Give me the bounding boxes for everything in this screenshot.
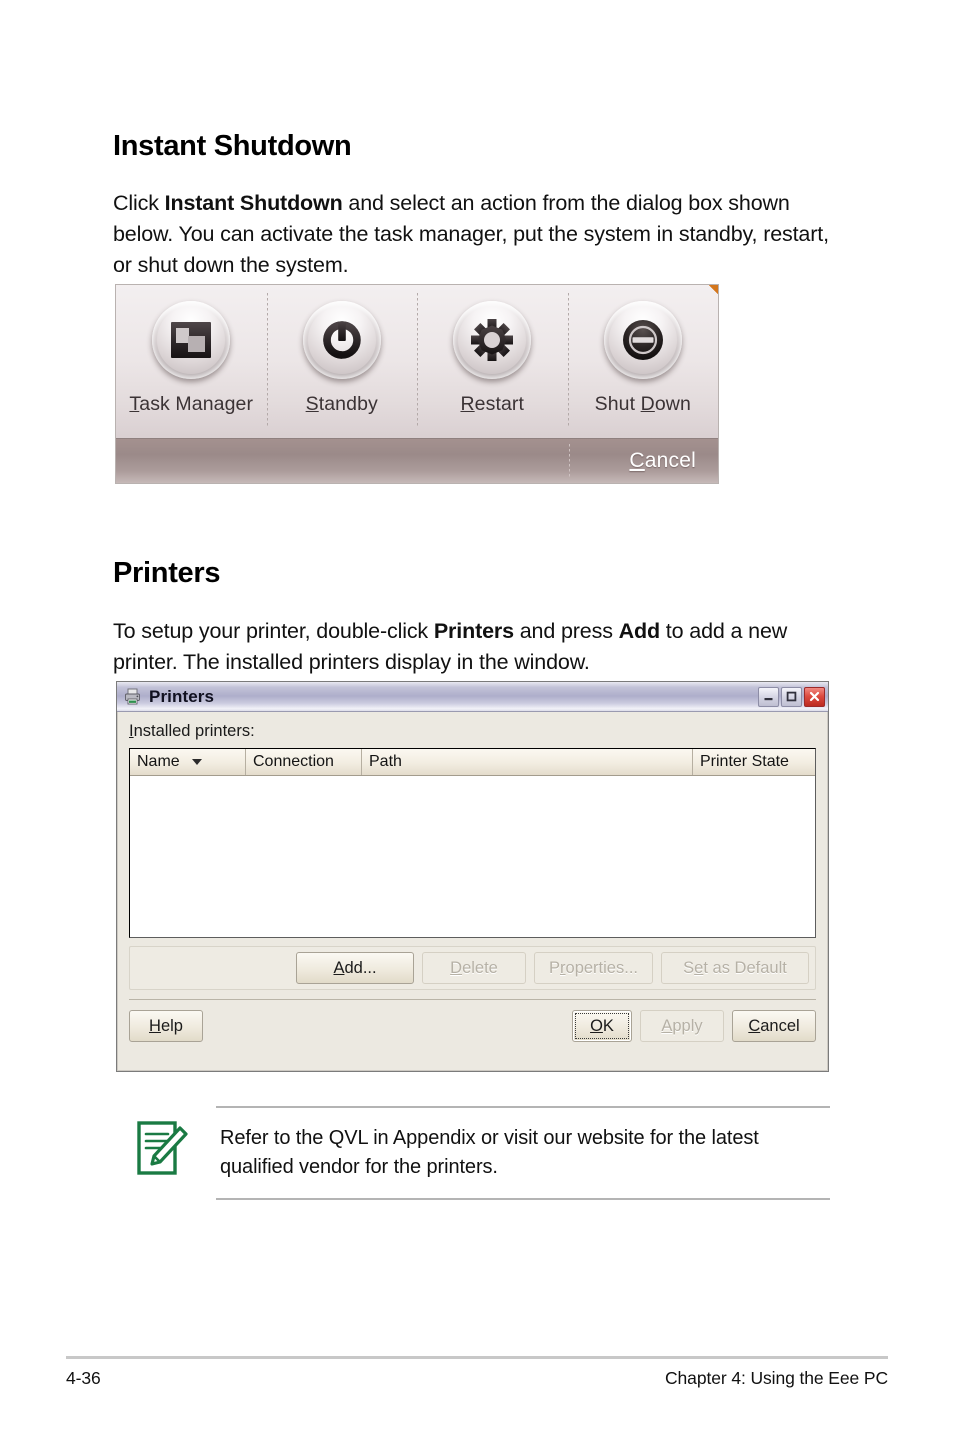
shutdown-action-restart[interactable]: Restart [417,285,568,440]
column-header-connection[interactable]: Connection [246,749,362,775]
ok-button[interactable]: OK [572,1010,632,1042]
page-number: 4-36 [66,1368,101,1388]
shutdown-action-row: Task Manager Standby Restart Shut Down [116,285,718,440]
instant-shutdown-dialog: Task Manager Standby Restart Shut Down C… [115,284,719,484]
column-header-connection-label: Connection [253,753,334,770]
shutdown-cancel-button[interactable]: Cancel [629,449,718,473]
printers-action-bar: Add... Delete Pr operties... Set as Defau… [129,946,816,990]
set-as-default-button[interactable]: Set as Default [661,952,809,984]
printers-listview[interactable]: Name Connection Path Printer State [129,748,816,938]
installed-printers-label: Installed printers: [129,722,255,740]
column-header-path-label: Path [369,753,402,770]
standby-orb [302,301,381,379]
printers-window-body: Installed printers: Name Connection Path… [117,712,828,1042]
heading-instant-shutdown: Instant Shutdown [113,130,352,163]
chapter-label: Chapter 4: Using the Eee PC [665,1368,888,1388]
shutdown-label-standby: Standby [305,393,378,415]
minimize-button[interactable] [758,686,779,707]
cancel-button[interactable]: Cancel [732,1010,816,1042]
printers-window: Printers Installed printers: Name Connec… [116,681,829,1072]
column-header-printer-state[interactable]: Printer State [693,749,815,775]
shutdown-label-restart: Restart [460,393,525,415]
power-standby-icon [323,321,361,359]
page-footer: 4-36 Chapter 4: Using the Eee PC [66,1368,888,1389]
note-text: Refer to the QVL in Appendix or visit ou… [220,1127,759,1178]
restart-orb [453,301,532,379]
close-icon [809,691,820,702]
apply-button[interactable]: Apply [640,1010,724,1042]
printers-window-footer: Help OK Apply Cancel [129,1010,816,1042]
note-block: Refer to the QVL in Appendix or visit ou… [136,1106,830,1200]
minimize-icon [764,698,773,701]
shut-down-orb [603,301,682,379]
printers-list-rows-empty[interactable] [130,776,815,937]
printers-titlebar: Printers [117,682,828,712]
manual-page: Instant Shutdown Click Instant Shutdown … [0,0,954,1438]
column-header-printer-state-label: Printer State [700,753,789,770]
maximize-button[interactable] [781,686,802,707]
shutdown-action-standby[interactable]: Standby [266,285,418,440]
delete-printer-button[interactable]: Delete [422,952,527,984]
printer-icon [125,688,140,705]
paragraph-printers: To setup your printer, double-click Prin… [113,618,788,674]
printer-properties-button[interactable]: Pr operties... [534,952,653,984]
shutdown-dialog-footer: Cancel [116,438,718,483]
shutdown-action-shut-down[interactable]: Shut Down [567,285,719,440]
sort-descending-icon [191,759,202,765]
cancel-divider [569,444,570,478]
gear-restart-icon [471,319,514,361]
note-pencil-icon [137,1121,188,1175]
close-button[interactable] [804,686,825,707]
task-manager-icon [171,322,212,358]
paragraph-instant-shutdown: Click Instant Shutdown and select an act… [113,190,829,277]
column-header-name-label: Name [137,753,180,770]
shutdown-action-task-manager[interactable]: Task Manager [116,285,267,440]
help-button[interactable]: Help [129,1010,203,1042]
shutdown-label-shut-down: Shut Down [594,393,691,415]
shutdown-label-task-manager: Task Manager [129,393,254,415]
shut-down-icon [622,320,663,360]
note-content: Refer to the QVL in Appendix or visit ou… [216,1106,830,1200]
maximize-icon [786,691,797,702]
printers-list-header: Name Connection Path Printer State [130,749,815,776]
heading-printers: Printers [113,557,221,590]
task-manager-orb [152,301,231,379]
page-footer-rule [66,1356,888,1359]
column-header-name[interactable]: Name [130,749,246,775]
column-header-path[interactable]: Path [362,749,693,775]
footer-separator [129,999,816,1000]
printers-window-title: Printers [149,686,215,706]
add-printer-button[interactable]: Add... [296,952,415,984]
